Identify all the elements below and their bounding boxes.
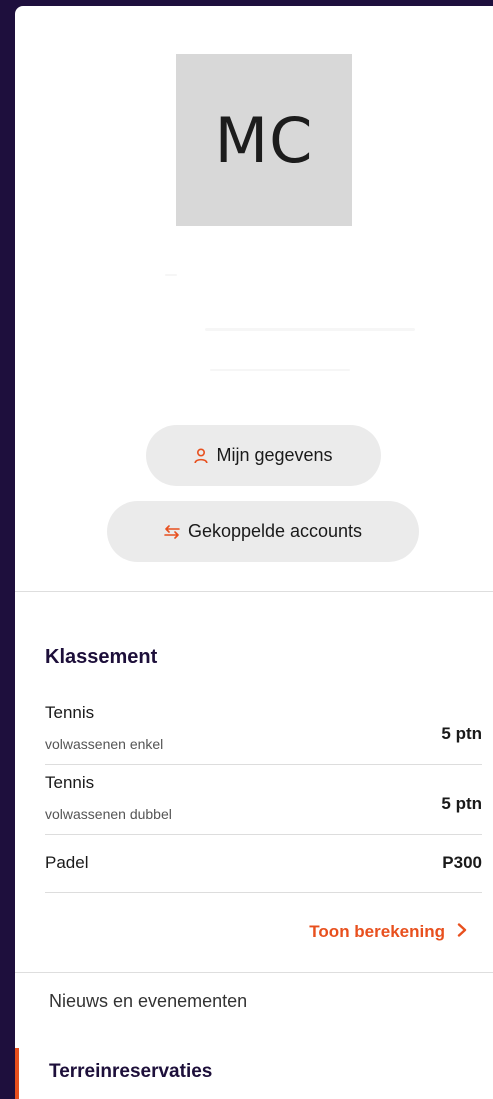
ranking-category: volwassenen enkel [45, 736, 164, 752]
ranking-title: Klassement [45, 646, 158, 668]
redacted-line [205, 328, 415, 331]
divider [15, 972, 493, 973]
ranking-points: 5 ptn [441, 794, 482, 813]
avatar: MC [176, 54, 352, 226]
ranking-row: Tennis volwassenen enkel 5 ptn [45, 700, 482, 765]
my-details-label: Mijn gegevens [216, 445, 333, 465]
show-calculation-link[interactable]: Toon berekening [309, 922, 467, 942]
ranking-sport: Tennis [45, 773, 95, 792]
ranking-sport: Padel [45, 853, 89, 872]
avatar-initials: MC [214, 103, 314, 177]
my-details-button[interactable]: Mijn gegevens [146, 425, 381, 486]
linked-accounts-label: Gekoppelde accounts [187, 521, 363, 541]
active-indicator [15, 1048, 19, 1099]
ranking-points: P300 [442, 853, 482, 872]
redacted-line [165, 274, 177, 276]
ranking-sport: Tennis [45, 703, 95, 722]
divider [15, 591, 493, 592]
ranking-category: volwassenen dubbel [45, 806, 172, 822]
swap-arrows-icon [164, 524, 180, 539]
profile-panel: MC Mijn gegevens Gekoppelde accounts Kla… [15, 6, 493, 1099]
ranking-points: 5 ptn [441, 724, 482, 743]
user-icon [194, 447, 209, 464]
nav-item-news-events[interactable]: Nieuws en evenementen [49, 991, 247, 1012]
chevron-right-icon [457, 922, 467, 942]
show-calculation-label: Toon berekening [309, 922, 445, 941]
redacted-line [210, 369, 350, 371]
linked-accounts-button[interactable]: Gekoppelde accounts [107, 501, 419, 562]
ranking-row: Padel P300 [45, 836, 482, 893]
ranking-row: Tennis volwassenen dubbel 5 ptn [45, 766, 482, 835]
nav-item-court-reservations[interactable]: Terreinreservaties [49, 1061, 212, 1083]
